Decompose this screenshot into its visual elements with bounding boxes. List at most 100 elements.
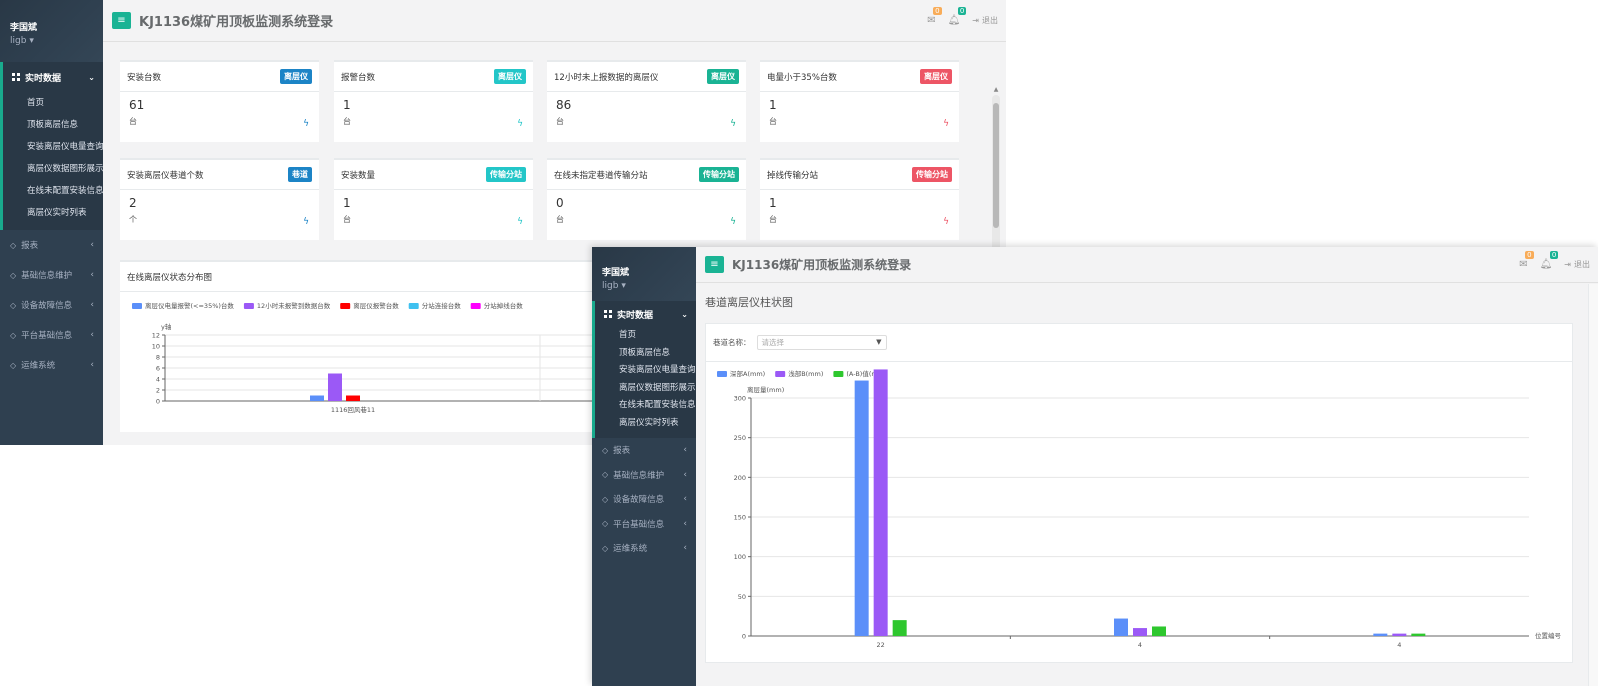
stat-widget-title: 在线未指定巷道传输分站 [554,170,648,181]
sidebar-item-faults[interactable]: ◇ 设备故障信息 ‹ [0,290,103,320]
stat-widget-header: 电量小于35%台数 离层仪 [760,62,959,92]
roadway-filter-label: 巷道名称： [713,338,751,347]
y-tick-label: 250 [734,434,746,442]
bolt-icon: ϟ [943,217,949,227]
diamond-icon: ◇ [602,470,609,480]
nav-head-label: 实时数据 [617,310,654,321]
nav-head-realtime[interactable]: 实时数据 ⌄ [595,301,696,327]
sidebar-item-basic-info[interactable]: ◇ 基础信息维护 ‹ [592,463,696,488]
chevron-down-icon: ⌄ [681,309,688,319]
bar [1411,633,1426,636]
sidebar-item-ops[interactable]: ◇ 运维系统 ‹ [592,536,696,561]
sidebar-item-platform[interactable]: ◇ 平台基础信息 ‹ [0,320,103,350]
x-tick-label: 1116回风巷11 [331,406,375,414]
legend-swatch [775,371,786,377]
stat-widget-body: 1 台 ϟ [760,190,959,231]
mail-notification[interactable]: ✉ 0 [927,7,942,26]
sidebar-item-unconfigured[interactable]: 在线未配置安装信息 [3,180,104,202]
bar [1373,633,1388,636]
sidebar-item-roof-info[interactable]: 顶板离层信息 [3,114,103,136]
sign-out-icon: ⇥ [972,16,979,25]
sidebar-item-ops[interactable]: ◇ 运维系统 ‹ [0,350,103,380]
sidebar-item-platform[interactable]: ◇ 平台基础信息 ‹ [592,512,696,537]
sidebar-item-home[interactable]: 首页 [595,327,696,345]
menu-toggle-button[interactable]: ≡ [112,12,131,29]
bolt-icon: ϟ [517,119,523,129]
chevron-left-icon: ‹ [90,240,94,250]
sidebar-item-battery-query[interactable]: 安装离层仪电量查询 [595,362,696,380]
menu-toggle-button[interactable]: ≡ [705,256,724,273]
sidebar-item-graph-display[interactable]: 离层仪数据图形展示 [3,158,104,180]
sidebar-item-battery-query[interactable]: 安装离层仪电量查询 [3,136,104,158]
nav-label: 设备故障信息 [613,495,665,506]
sidebar-item-realtime-list[interactable]: 离层仪实时列表 [3,202,103,224]
bar-chart-window: 李国斌 ligb ▾ 实时数据 ⌄ 首页 顶板离层信息 安装离层仪电量查询 离层… [592,247,1598,686]
stat-widget-body: 86 台 ϟ [547,92,746,133]
nav-label: 基础信息维护 [21,271,73,281]
nav-head-realtime[interactable]: 实时数据 ⌄ [3,62,103,92]
roadway-select[interactable]: 请选择 ▼ [756,335,887,350]
stat-widget-label: 离层仪 [280,69,312,84]
nav-label: 平台基础信息 [21,331,73,341]
logout-link[interactable]: ⇥ 退出 [1564,259,1590,270]
bar [1114,618,1128,636]
chevron-left-icon: ‹ [90,330,94,340]
stat-widget-label: 传输分站 [699,167,739,182]
bell-notification[interactable]: 🔔︎ 0 [948,7,967,26]
page-title: KJ1136煤矿用顶板监测系统登录 [732,258,912,272]
y-tick-label: 10 [152,343,160,351]
account-dropdown[interactable]: ligb ▾ [602,281,696,291]
x-axis-label: 位置编号 [1535,631,1562,640]
bell-icon: 🔔︎ [1539,259,1553,270]
chevron-down-icon: ⌄ [88,72,95,82]
envelope-icon: ✉ [927,15,936,26]
sidebar-item-reports[interactable]: ◇ 报表 ‹ [592,438,696,463]
x-tick-label: 4 [1138,641,1142,649]
mail-notification[interactable]: ✉ 0 [1519,251,1534,270]
nav-head-label: 实时数据 [25,73,62,84]
sidebar-item-roof-info[interactable]: 顶板离层信息 [595,345,696,363]
bolt-icon: ϟ [303,217,309,227]
legend-label: 离层仪报警台数 [353,301,399,310]
stat-widget-value: 1 [343,98,351,112]
y-tick-label: 0 [156,398,160,406]
stat-widget-header: 12小时未上报数据的离层仪 离层仪 [547,62,746,92]
stat-widget-header: 安装数量 传输分站 [334,160,533,190]
legend-label: 分站掉线台数 [484,301,524,310]
sidebar-item-home[interactable]: 首页 [3,92,103,114]
stat-widget-header: 安装台数 离层仪 [120,62,319,92]
bolt-icon: ϟ [730,217,736,227]
stat-widget-label: 传输分站 [912,167,952,182]
logout-label: 退出 [982,16,998,25]
y-tick-label: 8 [156,354,160,362]
user-profile: 李国斌 ligb ▾ [0,0,103,62]
sidebar-item-unconfigured[interactable]: 在线未配置安装信息 [595,397,696,415]
nav-label: 设备故障信息 [21,301,73,311]
scroll-up-icon[interactable]: ▲ [992,86,1000,93]
stat-widget-value: 1 [769,98,777,112]
roadway-select-placeholder: 请选择 [761,338,785,347]
stat-widget-body: 1 台 ϟ [334,92,533,133]
y-tick-label: 6 [156,365,160,373]
sidebar-item-basic-info[interactable]: ◇ 基础信息维护 ‹ [0,260,103,290]
nav-label: 平台基础信息 [613,519,665,530]
stat-widget-unit: 台 [343,117,351,126]
bell-count-badge: 0 [1549,251,1559,259]
scrollbar-thumb[interactable] [993,103,999,228]
sidebar-item-realtime-list[interactable]: 离层仪实时列表 [595,415,696,433]
sidebar-item-faults[interactable]: ◇ 设备故障信息 ‹ [592,487,696,512]
diamond-icon: ◇ [10,300,17,310]
logout-link[interactable]: ⇥ 退出 [972,15,998,26]
account-name: ligb [602,281,619,291]
x-tick-label: 22 [877,641,885,649]
stat-widget-body: 61 台 ϟ [120,92,319,133]
sidebar-item-graph-display[interactable]: 离层仪数据图形展示 [595,380,696,398]
account-dropdown[interactable]: ligb ▾ [10,36,103,46]
bar [1133,628,1147,636]
y-tick-label: 0 [742,633,746,641]
grid-icon [604,310,612,318]
stat-widget-header: 报警台数 离层仪 [334,62,533,92]
sidebar-item-reports[interactable]: ◇ 报表 ‹ [0,230,103,260]
bell-notification[interactable]: 🔔︎ 0 [1539,251,1559,270]
chevron-left-icon: ‹ [683,469,687,480]
